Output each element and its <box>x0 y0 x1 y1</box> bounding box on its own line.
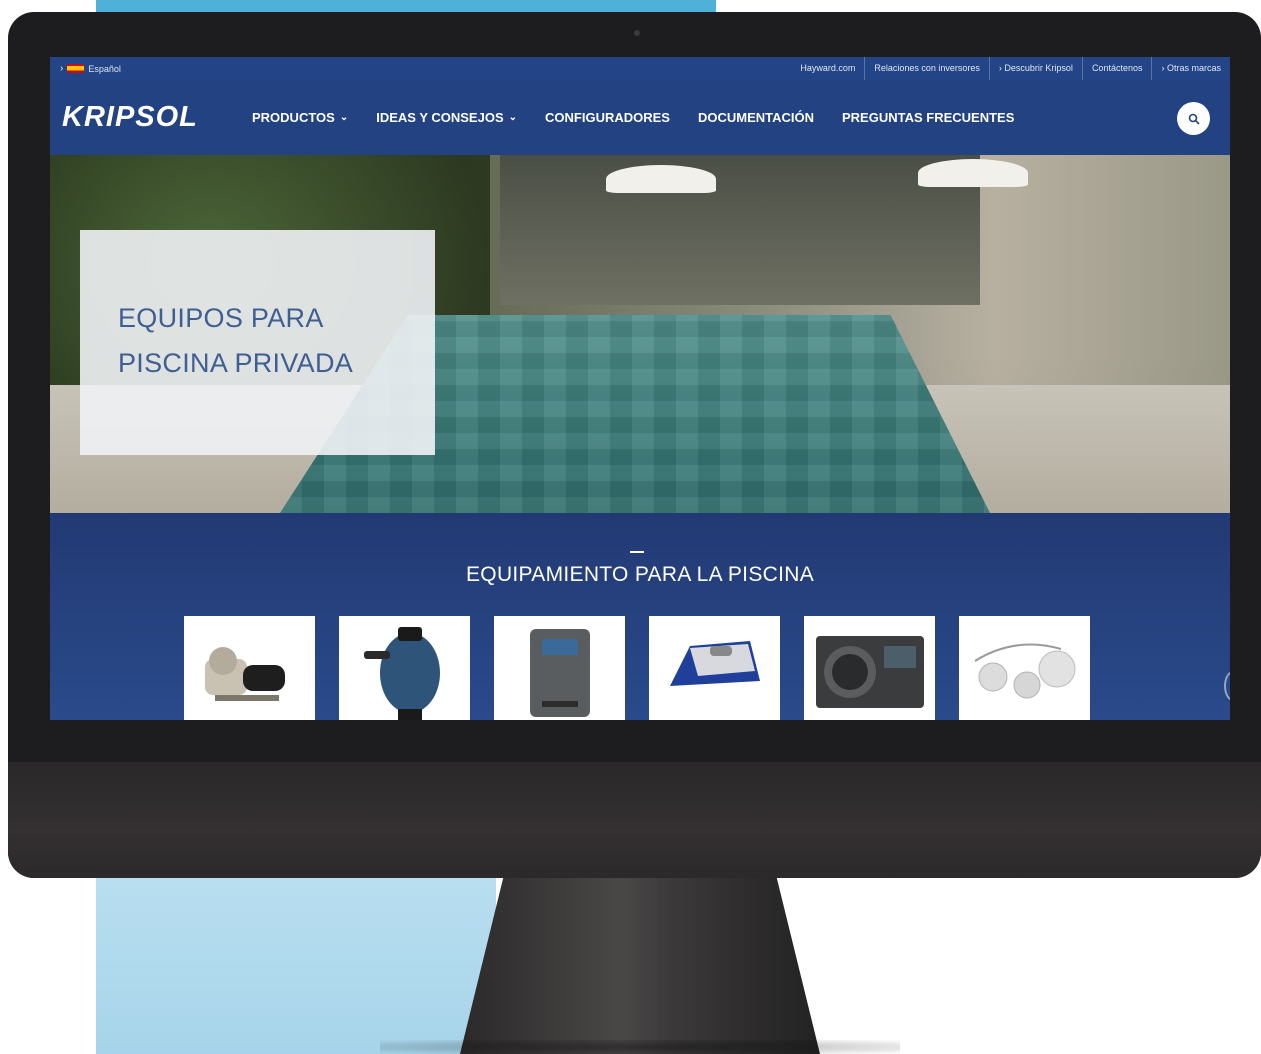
pool-accessories-icon <box>973 643 1075 699</box>
carousel-next-button[interactable] <box>1224 671 1230 701</box>
website-screen: › Español Hayward.com Relaciones con inv… <box>50 57 1230 720</box>
spain-flag-icon <box>67 64 85 73</box>
nav-item-label: IDEAS Y CONSEJOS <box>376 110 504 125</box>
camera-icon <box>634 30 640 36</box>
monitor-chin <box>8 762 1261 878</box>
pool-pump-icon <box>204 647 285 701</box>
nav-item-preguntas-frecuentes[interactable]: PREGUNTAS FRECUENTES <box>828 110 1028 125</box>
hero-banner: EQUIPOS PARA PISCINA PRIVADA <box>50 155 1230 513</box>
product-card-pump[interactable] <box>184 616 315 720</box>
hero-building <box>500 155 980 305</box>
nav-item-configuradores[interactable]: CONFIGURADORES <box>531 110 684 125</box>
chevron-down-icon: ⌄ <box>339 112 349 123</box>
nav-item-label: DOCUMENTACIÓN <box>697 110 814 125</box>
product-card-heat-pump[interactable] <box>804 616 935 720</box>
equipment-carousel <box>184 616 1090 720</box>
nav-menu: PRODUCTOS ⌄ IDEAS Y CONSEJOS ⌄ CONFIGURA… <box>238 110 1028 125</box>
link-other-brands[interactable]: › Otras marcas <box>1151 57 1230 80</box>
product-card-robot[interactable] <box>649 616 780 720</box>
language-selector[interactable]: › Español <box>50 63 121 74</box>
nav-item-label: PRODUCTOS <box>252 110 335 125</box>
link-hayward[interactable]: Hayward.com <box>791 57 864 80</box>
background-blue-band-bottom <box>96 870 496 1054</box>
heat-pump-icon <box>815 636 924 708</box>
nav-item-productos[interactable]: PRODUCTOS ⌄ <box>238 110 362 125</box>
umbrella-icon <box>918 159 1028 187</box>
hero-text-card: EQUIPOS PARA PISCINA PRIVADA <box>80 230 435 455</box>
hero-title-line-2: PISCINA PRIVADA <box>118 348 354 378</box>
utility-bar: › Español Hayward.com Relaciones con inv… <box>50 57 1230 80</box>
link-contact[interactable]: Contáctenos <box>1081 57 1152 80</box>
link-investors[interactable]: Relaciones con inversores <box>864 57 989 80</box>
stand-shadow <box>380 1040 900 1054</box>
pool-robot-icon <box>669 641 760 686</box>
main-navigation: KRIPSOL PRODUCTOS ⌄ IDEAS Y CONSEJOS ⌄ C… <box>50 80 1230 155</box>
section-divider <box>630 551 644 553</box>
hero-title-line-1: EQUIPOS PARA <box>118 303 324 333</box>
umbrella-icon <box>606 165 716 193</box>
nav-item-label: PREGUNTAS FRECUENTES <box>842 110 1015 125</box>
sand-filter-icon <box>363 627 440 720</box>
product-card-accessories[interactable] <box>959 616 1090 720</box>
link-discover-kripsol[interactable]: › Descubrir Kripsol <box>988 57 1082 80</box>
language-label: Español <box>88 63 121 74</box>
equipment-section: EQUIPAMIENTO PARA LA PISCINA <box>50 513 1230 720</box>
hero-title: EQUIPOS PARA PISCINA PRIVADA <box>118 296 418 386</box>
utility-links: Hayward.com Relaciones con inversores › … <box>791 57 1230 80</box>
nav-item-ideas-consejos[interactable]: IDEAS Y CONSEJOS ⌄ <box>362 110 531 125</box>
monitor-stand <box>460 878 820 1054</box>
nav-item-label: CONFIGURADORES <box>545 110 670 125</box>
kripsol-logo[interactable]: KRIPSOL <box>62 101 222 134</box>
nav-item-documentacion[interactable]: DOCUMENTACIÓN <box>684 110 828 125</box>
product-card-chlorinator[interactable] <box>494 616 625 720</box>
search-button[interactable] <box>1177 102 1210 135</box>
product-card-filter[interactable] <box>339 616 470 720</box>
chevron-down-icon: ⌄ <box>508 112 518 123</box>
chevron-right-icon: › <box>60 63 64 74</box>
search-icon <box>1188 113 1200 125</box>
section-title: EQUIPAMIENTO PARA LA PISCINA <box>466 563 814 586</box>
salt-chlorinator-icon <box>529 629 590 717</box>
